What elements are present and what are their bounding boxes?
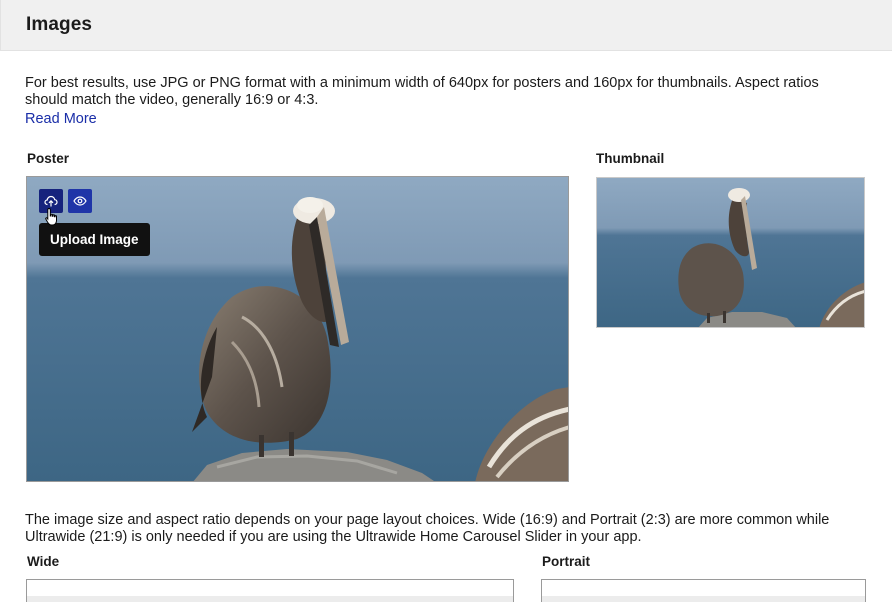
poster-label: Poster: [27, 151, 70, 166]
wide-label: Wide: [27, 554, 60, 569]
portrait-label: Portrait: [542, 554, 591, 569]
portrait-photo: [542, 580, 865, 602]
thumbnail-image[interactable]: [596, 177, 865, 328]
thumbnail-photo: [597, 178, 864, 327]
wide-photo: [27, 580, 513, 602]
poster-image[interactable]: [26, 176, 569, 482]
cloud-upload-icon: [44, 194, 58, 208]
intro-text: For best results, use JPG or PNG format …: [25, 75, 819, 108]
layout-note-text: The image size and aspect ratio depends …: [25, 512, 830, 545]
hand-cursor-icon: [44, 207, 60, 232]
thumbnail-label: Thumbnail: [596, 151, 665, 166]
preview-image-button[interactable]: [68, 189, 92, 213]
section-header: Images: [0, 0, 892, 51]
eye-icon: [73, 194, 87, 208]
section-title: Images: [26, 14, 93, 35]
wide-image[interactable]: [26, 579, 514, 602]
read-more-link[interactable]: Read More: [25, 111, 97, 127]
portrait-image[interactable]: [541, 579, 866, 602]
